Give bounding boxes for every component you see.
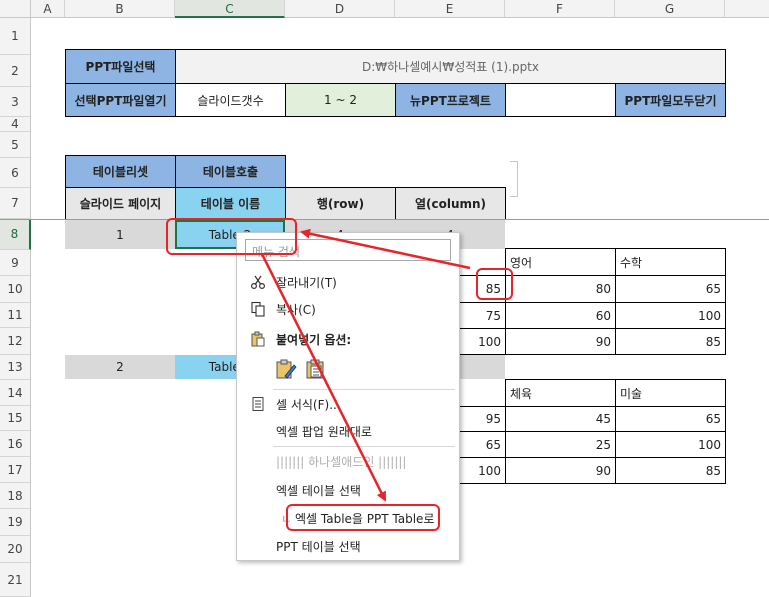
arrow-to-table-cell bbox=[300, 228, 471, 270]
arrow-to-menu-item bbox=[260, 253, 387, 502]
annotation-arrows bbox=[260, 228, 471, 502]
